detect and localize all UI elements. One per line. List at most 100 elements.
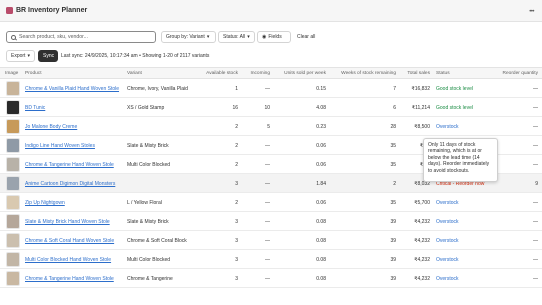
chevron-down-icon: ▾	[206, 34, 210, 40]
clear-all-button[interactable]: Clear all	[292, 31, 321, 43]
table-row[interactable]: Zip Up Nightgown L / Yellow Floral 2 — 0.06 3…	[0, 193, 542, 212]
product-link[interactable]: Chrome & Tangerine Hand Woven Stole	[25, 276, 114, 282]
header-reorder-quantity[interactable]: Reorder quantity	[495, 71, 538, 76]
chevron-down-icon: ▾	[247, 34, 250, 40]
table-row[interactable]: Multi Color Blocked Hand Woven Stole Mult…	[0, 250, 542, 269]
units-sold-cell: 0.06	[316, 162, 326, 168]
weeks-remaining-cell: 6	[393, 105, 396, 111]
variant-cell: Multi Color Blocked	[127, 257, 171, 263]
more-options-icon[interactable]: •••	[529, 9, 534, 15]
incoming-cell: —	[265, 162, 270, 168]
status-cell[interactable]: Overstock	[436, 238, 459, 244]
total-sales-cell: ₹4,232	[414, 257, 430, 263]
status-cell[interactable]: Overstock	[436, 124, 459, 130]
incoming-cell: —	[265, 200, 270, 206]
product-link[interactable]: Multi Color Blocked Hand Woven Stole	[25, 257, 111, 263]
available-stock-cell: 3	[235, 238, 238, 244]
table-row[interactable]: Jo Malone Body Creme 2 5 0.23 28 ₹8,500 Overst…	[0, 117, 542, 136]
table-row[interactable]: Slate & Misty Brick Hand Woven Stole Slat…	[0, 212, 542, 231]
units-sold-cell: 0.08	[316, 276, 326, 282]
available-stock-cell: 2	[235, 124, 238, 130]
status-cell[interactable]: Overstock	[436, 276, 459, 282]
weeks-remaining-cell: 35	[390, 143, 396, 149]
incoming-cell: —	[265, 219, 270, 225]
reorder-quantity-cell: —	[533, 86, 538, 92]
product-link[interactable]: Jo Malone Body Creme	[25, 124, 77, 130]
header-status[interactable]: Status	[436, 71, 450, 76]
incoming-cell: —	[265, 143, 270, 149]
variant-cell: XS / Gold Stamp	[127, 105, 165, 111]
available-stock-cell: 16	[232, 105, 238, 111]
group-by-dropdown[interactable]: Group by: Variant ▾	[161, 31, 216, 43]
reorder-quantity-cell: —	[533, 124, 538, 130]
product-thumbnail	[6, 119, 20, 134]
total-sales-cell: ₹4,232	[414, 219, 430, 225]
units-sold-cell: 0.08	[316, 257, 326, 263]
page-title: BR Inventory Planner	[16, 7, 88, 14]
weeks-remaining-cell: 7	[393, 86, 396, 92]
reorder-quantity-cell: —	[533, 238, 538, 244]
total-sales-cell: ₹16,832	[411, 86, 430, 92]
incoming-cell: —	[265, 181, 270, 187]
export-dropdown[interactable]: Export ▾	[6, 50, 35, 62]
product-link[interactable]: Chrome & Soft Coral Hand Woven Stole	[25, 238, 114, 244]
weeks-remaining-cell: 35	[390, 162, 396, 168]
table-row[interactable]: Chrome & Vanilla Plaid Hand Woven Stole C…	[0, 79, 542, 98]
header-total-sales[interactable]: Total sales	[396, 71, 430, 76]
table-row[interactable]: Chrome & Soft Coral Hand Woven Stole Chro…	[0, 231, 542, 250]
product-link[interactable]: Slate & Misty Brick Hand Woven Stole	[25, 219, 110, 225]
available-stock-cell: 2	[235, 143, 238, 149]
status-cell[interactable]: Good stock level	[436, 105, 473, 111]
header-incoming[interactable]: Incoming	[240, 71, 270, 76]
header-available-stock[interactable]: Available stock	[198, 71, 238, 76]
sync-button[interactable]: Sync	[38, 50, 58, 62]
product-link[interactable]: Zip Up Nightgown	[25, 200, 65, 206]
table-row[interactable]: Chrome & Tangerine Hand Woven Stole Chrom…	[0, 269, 542, 288]
status-cell[interactable]: Overstock	[436, 257, 459, 263]
weeks-remaining-cell: 35	[390, 200, 396, 206]
header-units-sold[interactable]: Units sold per week	[273, 71, 326, 76]
product-link[interactable]: Indigo Line Hand Woven Stoles	[25, 143, 95, 149]
units-sold-cell: 0.06	[316, 143, 326, 149]
available-stock-cell: 3	[235, 219, 238, 225]
product-thumbnail	[6, 100, 20, 115]
total-sales-cell: ₹5,700	[414, 200, 430, 206]
table-row[interactable]: BD Tunic XS / Gold Stamp 16 10 4.08 6 ₹11,214 G…	[0, 98, 542, 117]
product-link[interactable]: Anime Cartoon Digimon Digital Monsters	[25, 181, 115, 187]
search-input[interactable]: Search product, sku, vendor...	[6, 31, 156, 43]
total-sales-cell: ₹4,232	[414, 276, 430, 282]
product-link[interactable]: Chrome & Tangerine Hand Woven Stole	[25, 162, 114, 168]
header-variant[interactable]: Variant	[127, 71, 142, 76]
chevron-down-icon: ▾	[27, 53, 30, 59]
search-placeholder: Search product, sku, vendor...	[19, 34, 88, 40]
fields-button[interactable]: ◉ Fields	[257, 31, 291, 43]
status-cell[interactable]: Overstock	[436, 219, 459, 225]
status-cell[interactable]: Overstock	[436, 200, 459, 206]
available-stock-cell: 3	[235, 276, 238, 282]
units-sold-cell: 0.23	[316, 124, 326, 130]
units-sold-cell: 4.08	[316, 105, 326, 111]
status-cell[interactable]: Good stock level	[436, 86, 473, 92]
variant-cell: Chrome, Ivory, Vanilla Plaid	[127, 86, 188, 92]
product-link[interactable]: BD Tunic	[25, 105, 45, 111]
variant-cell: Slate & Misty Brick	[127, 219, 169, 225]
available-stock-cell: 2	[235, 162, 238, 168]
clear-all-label: Clear all	[297, 34, 316, 40]
status-filter-dropdown[interactable]: Status: All ▾	[218, 31, 255, 43]
export-label: Export	[11, 53, 26, 59]
app-logo-icon	[6, 7, 13, 14]
total-sales-cell: ₹8,500	[414, 124, 430, 130]
reorder-quantity-cell: —	[533, 162, 538, 168]
product-link[interactable]: Chrome & Vanilla Plaid Hand Woven Stole	[25, 86, 119, 92]
variant-cell: Chrome & Tangerine	[127, 276, 173, 282]
units-sold-cell: 0.08	[316, 219, 326, 225]
product-thumbnail	[6, 157, 20, 172]
header-weeks-remaining[interactable]: Weeks of stock remaining	[330, 71, 396, 76]
units-sold-cell: 0.08	[316, 238, 326, 244]
available-stock-cell: 2	[235, 200, 238, 206]
incoming-cell: 5	[267, 124, 270, 130]
title-bar: BR Inventory Planner •••	[0, 0, 542, 22]
available-stock-cell: 1	[235, 86, 238, 92]
header-image: Image	[5, 71, 19, 76]
header-product[interactable]: Product	[25, 71, 42, 76]
